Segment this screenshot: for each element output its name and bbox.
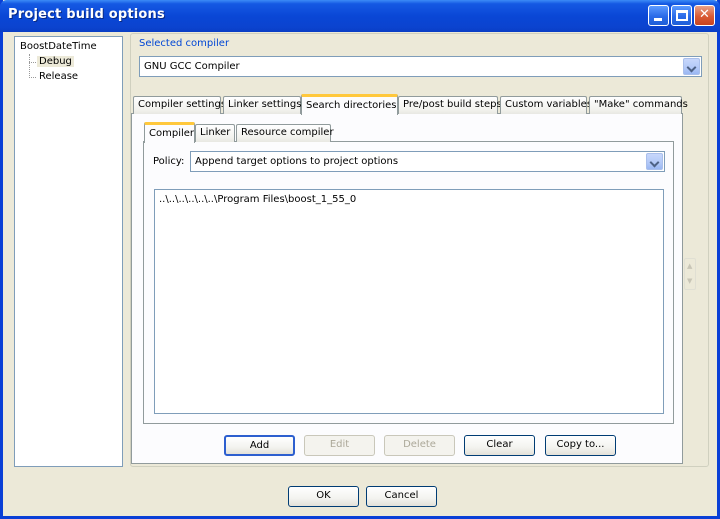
selected-compiler-label: Selected compiler bbox=[139, 38, 230, 49]
tab-custom-variables[interactable]: Custom variables bbox=[500, 96, 592, 114]
tab-resource-compiler[interactable]: Resource compiler bbox=[236, 124, 334, 142]
tab-compiler-settings[interactable]: Compiler settings bbox=[133, 96, 226, 114]
disabled-spin-control: ▲ ▼ bbox=[684, 258, 696, 290]
tree-connector bbox=[29, 62, 36, 63]
tab-linker-settings[interactable]: Linker settings bbox=[223, 96, 301, 114]
policy-select[interactable]: Append target options to project options bbox=[190, 151, 665, 172]
tab-make-commands[interactable]: "Make" commands bbox=[589, 96, 688, 114]
tab-search-directories[interactable]: Search directories bbox=[301, 94, 398, 115]
title-bar[interactable]: Project build options ✕ bbox=[0, 0, 720, 32]
tree-item-project[interactable]: BoostDateTime bbox=[20, 41, 97, 52]
maximize-icon bbox=[676, 10, 688, 21]
close-button[interactable]: ✕ bbox=[694, 5, 715, 26]
tab-pre-post-build-steps[interactable]: Pre/post build steps bbox=[398, 96, 502, 114]
arrow-up-icon: ▲ bbox=[687, 262, 693, 270]
build-target-tree[interactable]: BoostDateTime Debug Release bbox=[14, 36, 123, 467]
tab-linker[interactable]: Linker bbox=[195, 124, 235, 142]
search-directories-list[interactable]: ..\..\..\..\..\..\Program Files\boost_1_… bbox=[154, 189, 664, 414]
minimize-icon bbox=[654, 18, 662, 21]
maximize-button[interactable] bbox=[671, 5, 692, 26]
copy-to-button[interactable]: Copy to... bbox=[545, 435, 616, 456]
tree-item-debug[interactable]: Debug bbox=[37, 56, 74, 67]
list-item[interactable]: ..\..\..\..\..\..\Program Files\boost_1_… bbox=[159, 194, 356, 205]
tab-compiler[interactable]: Compiler bbox=[144, 122, 195, 143]
clear-button[interactable]: Clear bbox=[464, 435, 535, 456]
chevron-down-icon[interactable] bbox=[646, 153, 663, 170]
cancel-button[interactable]: Cancel bbox=[366, 486, 437, 507]
delete-button[interactable]: Delete bbox=[384, 435, 455, 456]
arrow-down-icon: ▼ bbox=[687, 277, 693, 285]
compiler-select[interactable]: GNU GCC Compiler bbox=[139, 56, 702, 77]
close-icon: ✕ bbox=[699, 7, 710, 22]
window-title: Project build options bbox=[8, 7, 165, 22]
edit-button[interactable]: Edit bbox=[304, 435, 375, 456]
add-button[interactable]: Add bbox=[224, 435, 295, 456]
policy-select-value: Append target options to project options bbox=[195, 156, 399, 167]
project-build-options-dialog: Project build options ✕ BoostDateTime De… bbox=[0, 0, 720, 519]
tree-connector bbox=[29, 54, 30, 78]
tree-item-release[interactable]: Release bbox=[37, 71, 80, 82]
compiler-select-value: GNU GCC Compiler bbox=[144, 61, 240, 72]
ok-button[interactable]: OK bbox=[288, 486, 359, 507]
minimize-button[interactable] bbox=[648, 5, 669, 26]
tree-connector bbox=[29, 77, 36, 78]
policy-label: Policy: bbox=[153, 156, 185, 167]
chevron-down-icon[interactable] bbox=[683, 58, 700, 75]
